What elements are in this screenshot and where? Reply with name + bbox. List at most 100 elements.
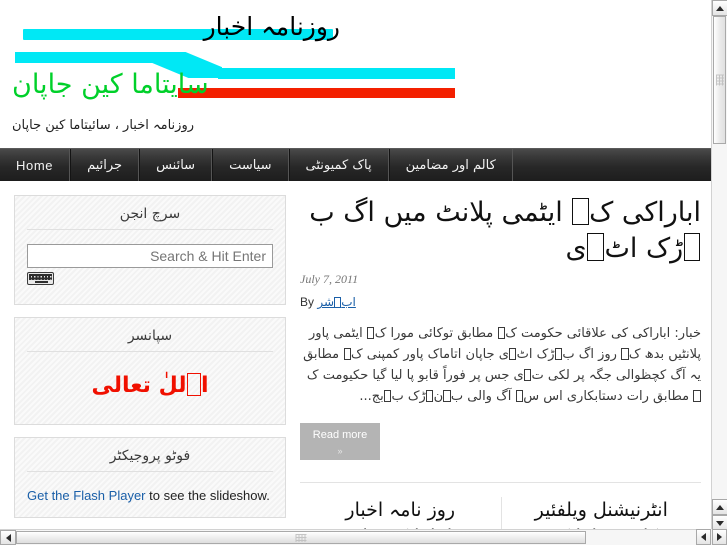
column-right: انٹرنیشنل ویلفئیرکلب تویاما کی (500, 497, 702, 531)
page-content: روزنامہ اخبار سایتاما کین جاپان روزنامہ … (0, 0, 711, 531)
excerpt-seg-16: بج... (359, 389, 384, 405)
post-byline: By اب شر (300, 295, 701, 309)
excerpt-seg-7: ی جاپان اتاماک پاور کمپنی ک (351, 347, 509, 363)
content-area: سرچ انجن سپانسر اللٰ تعالی فوٹو (0, 181, 711, 531)
post-title-part-4: ڑک اٹ (604, 232, 684, 264)
post-title-part-1: اباراکی ک (589, 197, 701, 228)
scroll-left-button-corner[interactable] (696, 529, 711, 545)
browser-viewport: روزنامہ اخبار سایتاما کین جاپان روزنامہ … (0, 0, 727, 545)
column-right-title[interactable]: انٹرنیشنل ویلفئیرکلب تویاما کی (514, 497, 690, 531)
triangle-down-icon (716, 520, 724, 526)
vertical-scrollbar-track[interactable] (712, 16, 727, 499)
post-author-link[interactable]: اب شر (317, 295, 356, 309)
missing-glyph-box (334, 296, 341, 309)
triangle-up-icon (716, 5, 724, 11)
missing-glyph-box (497, 326, 505, 340)
excerpt-seg-15: ڑک ب (391, 389, 426, 405)
flash-player-message: Get the Flash Player to see the slidesho… (27, 486, 273, 503)
excerpt-seg-14: ن (433, 389, 444, 405)
logo-bar-cyan-mid (15, 52, 160, 63)
read-more-arrow-icon: » (337, 445, 343, 456)
post-title-part-5: ی (565, 232, 587, 264)
horizontal-scrollbar[interactable] (0, 529, 711, 545)
post-author-part-1: اب (341, 295, 356, 310)
search-input[interactable] (27, 244, 273, 268)
nav-item-columns-articles[interactable]: کالم اور مضامین (388, 149, 513, 181)
excerpt-seg-10: ی جس پر فوراً قابو پا لیا گیا حکیومت ک (306, 368, 524, 384)
scroll-left-button[interactable] (0, 530, 16, 545)
scrollbar-grip-icon (715, 74, 724, 86)
search-row (27, 244, 273, 268)
section-divider (300, 482, 701, 484)
post-title-part-3: ب (309, 197, 335, 228)
site-logo[interactable]: روزنامہ اخبار سایتاما کین جاپان (0, 0, 520, 115)
widget-search-title: سرچ انجن (27, 206, 273, 230)
two-column-section: روز نامہ اخبارسائتاما کی طرف انٹرنیشنل و… (300, 497, 701, 531)
widget-sponsor-body: ا للٰ تعالی (27, 366, 273, 410)
flash-player-message-text: to see the slideshow. (145, 487, 270, 503)
excerpt-seg-1: خبار: اباراکی کی علاقائی حکومت ک (505, 326, 701, 342)
triangle-up-icon (716, 504, 724, 510)
sponsor-text-mid: للٰ (158, 373, 187, 398)
nav-item-pak-community[interactable]: پاک کمیونٹی (288, 149, 389, 181)
missing-glyph-box (515, 390, 523, 403)
excerpt-seg-12: تابکاری اس س (523, 389, 606, 405)
missing-glyph-box (443, 390, 451, 403)
scroll-up-button-bottom[interactable] (712, 499, 727, 515)
excerpt-seg-13: آگ والی ب (450, 389, 516, 405)
main-navigation: Home جرائیم سائنس سیاست پاک کمیونٹی کالم… (0, 148, 711, 181)
missing-glyph-box (367, 326, 375, 340)
nav-item-politics[interactable]: سیاست (212, 149, 289, 181)
widget-photo-projector-body: Get the Flash Player to see the slidesho… (27, 486, 273, 503)
excerpt-seg-5: روز اگ ب (562, 347, 622, 363)
nav-item-home[interactable]: Home (0, 149, 71, 181)
missing-glyph-box (523, 369, 532, 382)
excerpt-seg-11: مطابق رات دس (605, 389, 694, 405)
missing-glyph-box (587, 233, 604, 261)
scroll-up-button[interactable] (712, 0, 727, 16)
missing-glyph-box (186, 373, 201, 396)
logo-subtitle-urdu: سایتاما کین جاپان (12, 69, 209, 100)
read-more-button[interactable]: Read more » (300, 423, 380, 461)
site-tagline: روزنامہ اخبار ، سائیتاما کین جاپان (12, 118, 194, 133)
read-more-label: Read more (312, 429, 368, 442)
triangle-left-icon (701, 533, 706, 541)
post-author-part-2: شر (317, 295, 335, 310)
widget-search-body (27, 244, 273, 290)
sidebar: سرچ انجن سپانسر اللٰ تعالی فوٹو (0, 195, 292, 530)
excerpt-seg-6: ڑک اٹ (516, 347, 555, 363)
excerpt-seg-9: والی جگہ پر لکی ت (531, 368, 642, 384)
widget-photo-projector: فوٹو پروجیکٹر Get the Flash Player to se… (14, 436, 286, 518)
missing-glyph-box (683, 233, 701, 261)
logo-title-urdu: روزنامہ اخبار (203, 12, 340, 41)
nav-item-crime[interactable]: جرائیم (70, 149, 140, 181)
keyboard-icon[interactable] (27, 272, 54, 285)
logo-bar-red (178, 88, 455, 98)
site-header: روزنامہ اخبار سایتاما کین جاپان روزنامہ … (0, 0, 711, 148)
vertical-scrollbar-thumb[interactable] (713, 16, 726, 144)
missing-glyph-box (343, 348, 351, 361)
column-left: روز نامہ اخبارسائتاما کی طرف (300, 497, 501, 531)
horizontal-scrollbar-thumb[interactable] (16, 531, 586, 544)
post-title-part-2: ایٹمی پلانٹ میں اگ (343, 197, 572, 228)
logo-bar-cyan-mid2 (218, 68, 455, 79)
flash-player-link[interactable]: Get the Flash Player (27, 488, 146, 503)
widget-sponsor-title: سپانسر (27, 328, 273, 352)
horizontal-scrollbar-track[interactable] (16, 530, 711, 545)
excerpt-seg-4: یں بدھ ک (628, 347, 683, 363)
post-title[interactable]: اباراکی ک ایٹمی پلانٹ میں اگ ب ڑک اٹ ی (300, 195, 701, 266)
column-left-line1: روز نامہ اخبار (345, 499, 456, 522)
vertical-scrollbar[interactable] (711, 0, 727, 531)
excerpt-seg-2: مطابق توکائی مورا ک (374, 326, 498, 342)
nav-item-science[interactable]: سائنس (139, 149, 213, 181)
sponsor-text-before: ا (200, 373, 209, 398)
missing-glyph-box (693, 390, 701, 403)
post-byline-label: By (300, 295, 315, 310)
triangle-right-icon (717, 533, 722, 541)
column-left-title[interactable]: روز نامہ اخبارسائتاما کی طرف (312, 497, 489, 531)
scroll-right-button-corner[interactable] (712, 529, 727, 545)
post-excerpt: خبار: اباراکی کی علاقائی حکومت ک مطابق ت… (300, 323, 701, 407)
column-right-line1: انٹرنیشنل ویلفئیر (534, 499, 668, 522)
missing-glyph-box (554, 348, 563, 361)
missing-glyph-box (426, 390, 434, 403)
